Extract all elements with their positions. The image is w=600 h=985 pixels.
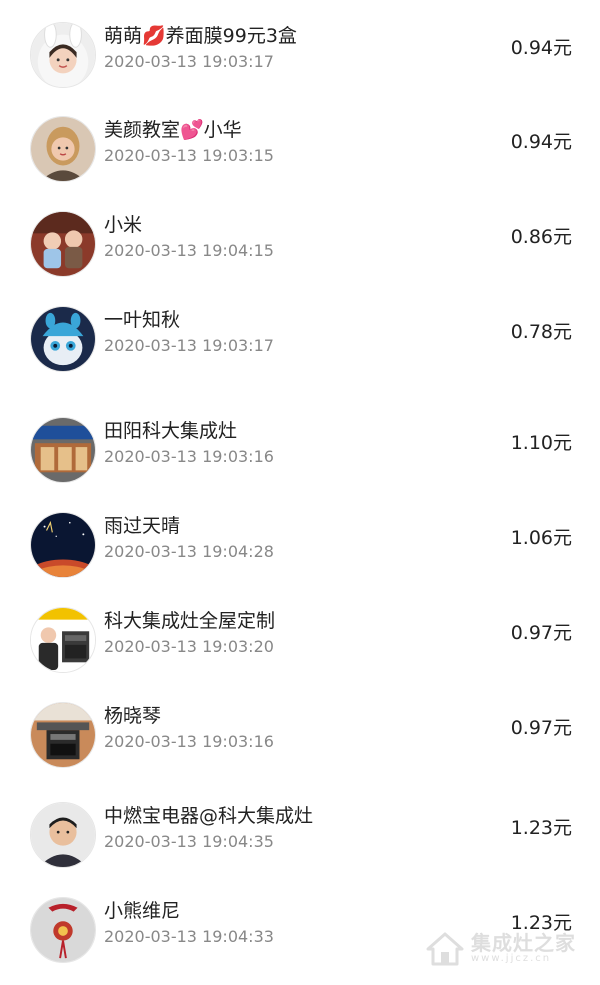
record-time: 2020-03-13 19:03:20	[104, 637, 274, 656]
record-list: 萌萌💋养面膜99元3盒 2020-03-13 19:03:17 0.94元 美颜…	[0, 0, 600, 985]
record-time: 2020-03-13 19:03:17	[104, 336, 274, 355]
record-name: 一叶知秋	[104, 309, 181, 331]
record-time: 2020-03-13 19:03:15	[104, 146, 274, 165]
record-amount: 0.94元	[510, 131, 572, 153]
record-amount: 1.23元	[510, 817, 572, 839]
avatar[interactable]	[30, 116, 96, 182]
avatar[interactable]	[30, 417, 96, 483]
list-item[interactable]: 田阳科大集成灶 2020-03-13 19:03:16 1.10元	[0, 417, 600, 507]
avatar[interactable]	[30, 802, 96, 868]
watermark-url: www.jjcz.cn	[471, 953, 552, 965]
record-time: 2020-03-13 19:03:16	[104, 447, 274, 466]
watermark-title: 集成灶之家	[471, 931, 576, 956]
record-amount: 0.78元	[510, 321, 572, 343]
avatar-image	[31, 898, 95, 962]
avatar[interactable]	[30, 607, 96, 673]
record-name: 萌萌💋养面膜99元3盒	[104, 25, 297, 47]
record-amount: 0.94元	[510, 37, 572, 59]
record-name: 小米	[104, 214, 143, 236]
record-amount: 0.97元	[510, 622, 572, 644]
list-item[interactable]: 小米 2020-03-13 19:04:15 0.86元	[0, 211, 600, 301]
watermark-text: 集成灶之家 www.jjcz.cn	[471, 933, 576, 965]
record-name: 中燃宝电器@科大集成灶	[104, 805, 314, 827]
avatar[interactable]	[30, 702, 96, 768]
avatar-image	[31, 418, 95, 482]
record-name: 科大集成灶全屋定制	[104, 610, 276, 632]
record-amount: 0.97元	[510, 717, 572, 739]
list-item[interactable]: 一叶知秋 2020-03-13 19:03:17 0.78元	[0, 306, 600, 396]
record-time: 2020-03-13 19:03:17	[104, 52, 274, 71]
avatar-image	[31, 212, 95, 276]
avatar[interactable]	[30, 306, 96, 372]
record-name: 杨晓琴	[104, 705, 162, 727]
avatar[interactable]	[30, 512, 96, 578]
record-time: 2020-03-13 19:04:15	[104, 241, 274, 260]
avatar-image	[31, 608, 95, 672]
list-item[interactable]: 科大集成灶全屋定制 2020-03-13 19:03:20 0.97元	[0, 607, 600, 697]
avatar-image	[31, 703, 95, 767]
avatar-image	[31, 307, 95, 371]
avatar[interactable]	[30, 22, 96, 88]
record-name: 小熊维尼	[104, 900, 181, 922]
avatar-image	[31, 23, 95, 87]
record-name: 雨过天晴	[104, 515, 181, 537]
list-item[interactable]: 中燃宝电器@科大集成灶 2020-03-13 19:04:35 1.23元	[0, 802, 600, 892]
avatar-image	[31, 117, 95, 181]
record-amount: 1.06元	[510, 527, 572, 549]
watermark: 集成灶之家 www.jjcz.cn	[425, 931, 576, 967]
record-name: 美颜教室💕小华	[104, 119, 242, 141]
record-time: 2020-03-13 19:04:35	[104, 832, 274, 851]
record-time: 2020-03-13 19:04:33	[104, 927, 274, 946]
list-item[interactable]: 美颜教室💕小华 2020-03-13 19:03:15 0.94元	[0, 116, 600, 206]
avatar-image	[31, 803, 95, 867]
record-amount: 1.10元	[510, 432, 572, 454]
record-time: 2020-03-13 19:04:28	[104, 542, 274, 561]
list-item[interactable]: 萌萌💋养面膜99元3盒 2020-03-13 19:03:17 0.94元	[0, 22, 600, 112]
avatar[interactable]	[30, 897, 96, 963]
house-icon	[426, 932, 464, 966]
record-name: 田阳科大集成灶	[104, 420, 238, 442]
list-item[interactable]: 杨晓琴 2020-03-13 19:03:16 0.97元	[0, 702, 600, 792]
list-item[interactable]: 雨过天晴 2020-03-13 19:04:28 1.06元	[0, 512, 600, 602]
record-time: 2020-03-13 19:03:16	[104, 732, 274, 751]
record-amount: 0.86元	[510, 226, 572, 248]
avatar-image	[31, 513, 95, 577]
avatar[interactable]	[30, 211, 96, 277]
